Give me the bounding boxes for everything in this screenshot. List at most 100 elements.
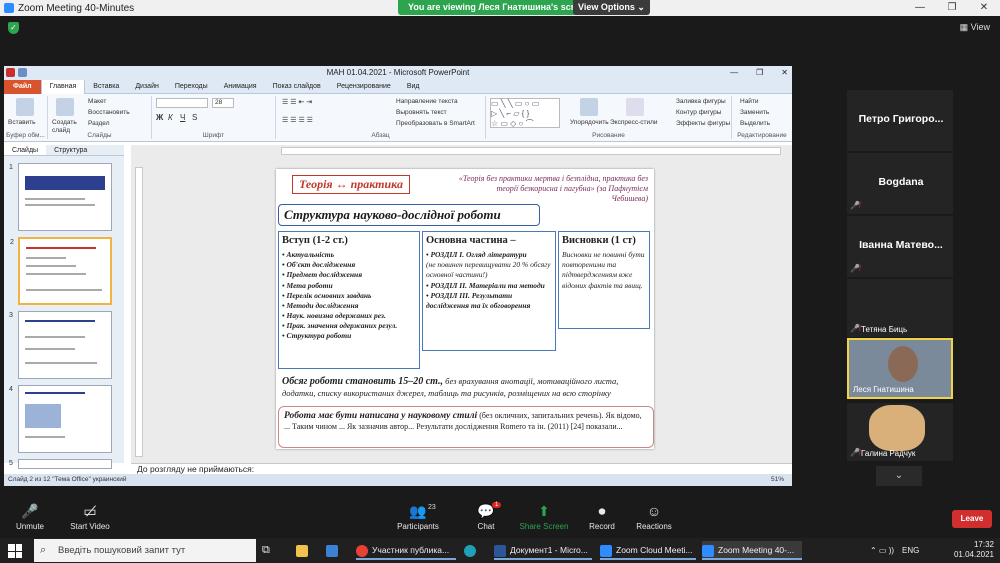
- slide-thumbnail-5[interactable]: 5: [9, 459, 112, 469]
- main-part-title: Основна частина –: [426, 235, 516, 246]
- taskbar-search-input[interactable]: ⌕ Введіть пошуковий запит тут: [34, 539, 256, 562]
- new-slide-icon[interactable]: [56, 98, 74, 116]
- tab-insert[interactable]: Вставка: [85, 80, 127, 94]
- maximize-button[interactable]: ❐: [936, 0, 968, 16]
- shadow-button[interactable]: S: [192, 113, 197, 122]
- notes-pane[interactable]: До розгляду не приймаються:: [131, 463, 792, 474]
- participant-tile[interactable]: Петро Григоро...: [847, 90, 953, 151]
- slide-thumbnail-4[interactable]: 4: [9, 385, 112, 453]
- select-button[interactable]: Выделить: [740, 120, 770, 127]
- participant-tile[interactable]: 🎤̸ Галина Радчук: [847, 403, 953, 461]
- arrange-button[interactable]: Упорядочить: [570, 119, 609, 126]
- italic-button[interactable]: К: [168, 113, 173, 122]
- slide-thumbnail-2[interactable]: 2: [10, 237, 112, 305]
- shapes-gallery[interactable]: ▭ ╲ ╲ ▭ ○ ▭ ▷ ╲ ⌐ ▱ { } ☆ ▭ ◇ ○ ⌒: [490, 98, 560, 128]
- shape-fill-button[interactable]: Заливка фигуры: [676, 98, 726, 105]
- zoom-icon: [600, 544, 612, 557]
- task-view-icon[interactable]: ⧉: [262, 541, 270, 560]
- tab-view[interactable]: Вид: [399, 80, 428, 94]
- tab-animation[interactable]: Анимация: [216, 80, 265, 94]
- paste-button[interactable]: Вставить: [8, 119, 36, 126]
- tray-icons[interactable]: ⌃ ▭ )): [870, 541, 894, 560]
- file-explorer-icon[interactable]: [296, 541, 312, 560]
- chat-button[interactable]: 💬 1 Chat: [456, 500, 516, 531]
- share-screen-button[interactable]: ⬆ Share Screen: [514, 500, 574, 531]
- text-direction-button[interactable]: Направление текста: [396, 98, 458, 105]
- pp-minimize-icon[interactable]: —: [730, 66, 738, 80]
- taskbar-app-word[interactable]: Документ1 - Micro...: [494, 541, 592, 560]
- view-options-button[interactable]: View Options ⌄: [573, 0, 650, 15]
- bold-button[interactable]: Ж: [156, 113, 163, 122]
- zoom-level[interactable]: 51%: [771, 474, 784, 486]
- ribbon: Вставить Буфер обм... Создать слайд Маке…: [4, 94, 792, 142]
- font-size-select[interactable]: 28: [212, 98, 234, 108]
- find-button[interactable]: Найти: [740, 98, 759, 105]
- align-icons[interactable]: ☰ ☰ ☰ ☰: [282, 116, 313, 124]
- quick-styles-button[interactable]: Экспресс-стили: [610, 119, 658, 126]
- restore-button[interactable]: Восстановить: [88, 109, 130, 116]
- slide-thumbnail-1[interactable]: 1: [9, 163, 112, 231]
- tab-transitions[interactable]: Переходы: [167, 80, 216, 94]
- slide-canvas: Теорія ↔ практика «Теорія без практики м…: [131, 145, 792, 463]
- replace-button[interactable]: Заменить: [740, 109, 769, 116]
- status-slide-info: Слайд 2 из 12 "Тема Office" украинский: [8, 476, 127, 483]
- gallery-scroll-down-chevron-icon[interactable]: ⌄: [876, 466, 922, 486]
- bullets-icon[interactable]: ☰ ☰ ⇤ ⇥: [282, 98, 312, 106]
- minimize-button[interactable]: —: [904, 0, 936, 16]
- pp-restore-icon[interactable]: ❐: [756, 66, 763, 80]
- quick-styles-icon[interactable]: [626, 98, 644, 116]
- participant-tile[interactable]: Bogdana 🎤̸: [847, 153, 953, 214]
- paste-icon[interactable]: [16, 98, 34, 116]
- slide-thumbnail-3[interactable]: 3: [9, 311, 112, 379]
- main-part-item: • РОЗДІЛ І. Огляд літератури: [426, 250, 527, 260]
- language-indicator[interactable]: ENG: [902, 541, 919, 560]
- edge-icon[interactable]: [464, 541, 480, 560]
- tab-slideshow[interactable]: Показ слайдов: [265, 80, 329, 94]
- taskbar-app-zoom-meeting[interactable]: Zoom Meeting 40-...: [702, 541, 802, 560]
- record-button[interactable]: ⏺ Record: [572, 500, 632, 531]
- mail-icon[interactable]: [326, 541, 342, 560]
- align-text-button[interactable]: Выровнять текст: [396, 109, 447, 116]
- slide[interactable]: Теорія ↔ практика «Теорія без практики м…: [276, 169, 654, 449]
- share-screen-icon: ⬆: [538, 503, 550, 519]
- participant-name: Леся Гнатишина: [853, 385, 914, 394]
- start-video-button[interactable]: ▭̸ Start Video: [60, 500, 120, 531]
- participant-name: Петро Григоро...: [858, 113, 944, 125]
- shape-effects-button[interactable]: Эффекты фигуры: [676, 120, 730, 127]
- drawing-group: ▭ ╲ ╲ ▭ ○ ▭ ▷ ╲ ⌐ ▱ { } ☆ ▭ ◇ ○ ⌒ Упорядоч…: [486, 96, 732, 139]
- underline-button[interactable]: Ч: [180, 113, 185, 122]
- tab-slides[interactable]: Слайды: [4, 145, 47, 155]
- arrange-icon[interactable]: [580, 98, 598, 116]
- shape-outline-button[interactable]: Контур фигуры: [676, 109, 721, 116]
- tab-file[interactable]: Файл: [4, 79, 41, 94]
- view-layout-button[interactable]: ▦ View: [960, 22, 990, 33]
- close-button[interactable]: ✕: [968, 0, 1000, 16]
- powerpoint-title: МАН 01.04.2021 - Microsoft PowerPoint: [326, 68, 470, 77]
- ribbon-tabs: Файл Главная Вставка Дизайн Переходы Ани…: [4, 79, 792, 94]
- tab-home[interactable]: Главная: [40, 79, 86, 94]
- leave-button[interactable]: Leave: [952, 510, 992, 528]
- volume-bold: Обсяг роботи становить 15–20 ст.,: [282, 376, 444, 387]
- pp-close-icon[interactable]: ✕: [781, 66, 788, 80]
- clock[interactable]: 17:32 01.04.2021: [954, 540, 994, 560]
- participant-tile-active-speaker[interactable]: Леся Гнатишина: [847, 338, 953, 399]
- layout-button[interactable]: Макет: [88, 98, 106, 105]
- taskbar-app-chrome[interactable]: Участник публика...: [356, 541, 456, 560]
- reactions-label: Reactions: [636, 522, 672, 531]
- tab-outline[interactable]: Структура: [46, 145, 95, 155]
- reactions-button[interactable]: ☺ Reactions: [624, 500, 684, 531]
- tab-review[interactable]: Рецензирование: [329, 80, 399, 94]
- tab-design[interactable]: Дизайн: [127, 80, 167, 94]
- security-shield-icon[interactable]: ✓: [8, 22, 19, 34]
- participants-button[interactable]: 👥 23 Participants: [388, 500, 448, 531]
- unmute-button[interactable]: 🎤 Unmute: [0, 500, 60, 531]
- windows-start-icon[interactable]: [8, 544, 22, 558]
- taskbar-app-zoom-cloud[interactable]: Zoom Cloud Meeti...: [600, 541, 696, 560]
- participant-tile[interactable]: Іванна Матево... 🎤̸: [847, 216, 953, 277]
- smartart-button[interactable]: Преобразовать в SmartArt: [396, 120, 475, 127]
- save-icon[interactable]: [18, 68, 27, 77]
- section-button[interactable]: Раздел: [88, 120, 109, 127]
- participant-tile[interactable]: 🎤̸ Тетяна Биць: [847, 279, 953, 337]
- quote: «Теорія без практики мертва і безплідна,…: [458, 174, 648, 204]
- font-name-select[interactable]: [156, 98, 208, 108]
